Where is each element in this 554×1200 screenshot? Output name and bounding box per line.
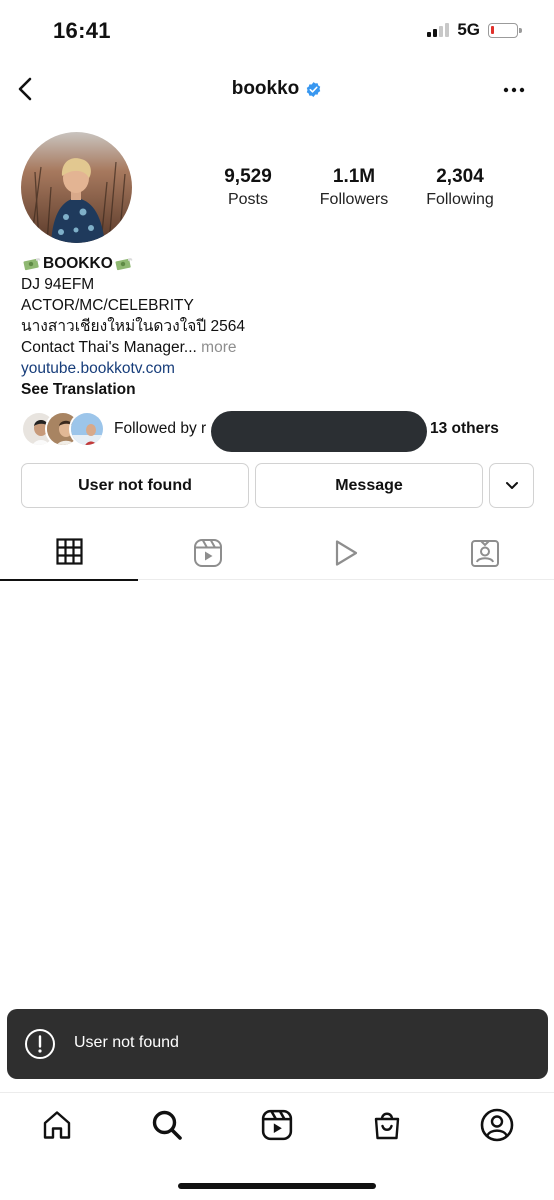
- stat-value: 9,529: [224, 166, 272, 187]
- profile-header: bookko: [0, 70, 554, 110]
- followed-by-text: Followed by r: [114, 420, 207, 437]
- stat-posts[interactable]: 9,529 Posts: [195, 166, 301, 209]
- reels-icon: [194, 539, 222, 567]
- tab-posts-grid[interactable]: [0, 530, 138, 581]
- stat-label: Posts: [227, 191, 268, 208]
- nav-reels[interactable]: [259, 1107, 295, 1143]
- bio-truncated-line: Contact Thai's Manager... more: [21, 337, 531, 358]
- stat-following[interactable]: 2,304 Following: [407, 166, 513, 209]
- display-name-line: BOOKKO: [21, 253, 531, 274]
- nav-profile[interactable]: [479, 1107, 515, 1143]
- home-icon: [43, 1111, 71, 1139]
- status-indicators: 5G: [427, 20, 522, 40]
- toast-message: User not found: [74, 1034, 179, 1051]
- profile-icon: [480, 1108, 514, 1142]
- reels-icon: [261, 1109, 293, 1141]
- bio-more-link[interactable]: more: [201, 339, 236, 356]
- see-translation-link[interactable]: See Translation: [21, 379, 531, 400]
- play-icon: [335, 540, 358, 566]
- display-name: BOOKKO: [43, 255, 113, 272]
- profile-avatar[interactable]: [21, 132, 132, 243]
- profile-bio: BOOKKO DJ 94EFM ACTOR/MC/CELEBRITY นางสา…: [21, 253, 531, 400]
- money-with-wings-icon: [115, 257, 133, 270]
- bio-website-link[interactable]: youtube.bookkotv.com: [21, 358, 531, 379]
- mutual-avatar: [69, 411, 105, 447]
- stat-label: Following: [426, 191, 494, 208]
- error-toast: User not found: [7, 1009, 548, 1079]
- stat-followers[interactable]: 1.1M Followers: [301, 166, 407, 209]
- tab-tagged[interactable]: [416, 530, 554, 580]
- message-button[interactable]: Message: [255, 463, 483, 508]
- tab-videos[interactable]: [277, 530, 415, 580]
- nav-shop[interactable]: [369, 1107, 405, 1143]
- home-indicator[interactable]: [178, 1183, 376, 1189]
- bio-line: DJ 94EFM: [21, 276, 95, 293]
- user-not-found-button[interactable]: User not found: [21, 463, 249, 508]
- bottom-navigation: [0, 1092, 554, 1200]
- battery-icon: [488, 22, 522, 38]
- more-options-icon[interactable]: [502, 82, 526, 98]
- search-icon: [152, 1110, 182, 1140]
- signal-icon: [427, 23, 450, 37]
- suggested-accounts-button[interactable]: [489, 463, 534, 508]
- nav-search[interactable]: [149, 1107, 185, 1143]
- network-type: 5G: [457, 20, 480, 39]
- money-with-wings-icon: [23, 257, 41, 270]
- verified-badge-icon: [307, 81, 321, 97]
- tab-reels[interactable]: [139, 530, 277, 580]
- username-title: bookko: [0, 78, 554, 100]
- bio-line: นางสาวเชียงใหม่ในดวงใจปี 2564: [21, 318, 245, 335]
- bio-line: ACTOR/MC/CELEBRITY: [21, 297, 194, 314]
- nav-home[interactable]: [39, 1107, 75, 1143]
- stat-value: 1.1M: [332, 166, 376, 187]
- tagged-icon: [471, 540, 499, 567]
- redaction-overlay: [211, 411, 427, 452]
- followed-by-others: 13 others: [430, 420, 499, 437]
- status-bar: 16:41 5G: [0, 0, 554, 62]
- mutual-followers-avatars: [21, 411, 105, 447]
- chevron-down-icon: [505, 481, 518, 489]
- stat-value: 2,304: [436, 166, 484, 187]
- stat-label: Followers: [319, 191, 389, 208]
- shop-icon: [374, 1112, 400, 1140]
- profile-tabs: [0, 530, 554, 581]
- profile-stats: 9,529 Posts 1.1M Followers 2,304 Followi…: [195, 166, 515, 209]
- bio-truncated-text: Contact Thai's Manager...: [21, 339, 197, 356]
- username: bookko: [231, 78, 300, 99]
- followed-by[interactable]: Followed by r 13 others: [21, 410, 533, 452]
- alert-circle-icon: [25, 1029, 55, 1059]
- status-time: 16:41: [53, 18, 111, 43]
- grid-icon: [55, 538, 83, 565]
